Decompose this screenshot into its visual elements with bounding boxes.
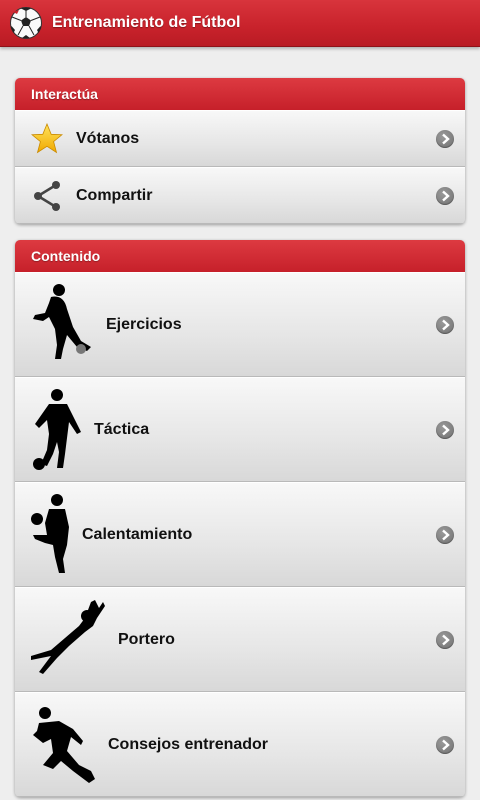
coach-tips-label: Consejos entrenador [108, 735, 269, 753]
tactics-label: Táctica [94, 420, 150, 438]
content-panel: Contenido Ejercicios Táctica Calentamien… [15, 240, 465, 797]
goalkeeper-diving-icon [31, 600, 105, 674]
interact-panel: Interactúa Vótanos Compartir [15, 78, 465, 224]
coach-tips-row[interactable]: Consejos entrenador [15, 692, 465, 797]
soccer-ball-icon [10, 7, 42, 39]
warmup-row[interactable]: Calentamiento [15, 482, 465, 587]
player-running-icon [33, 707, 95, 783]
vote-row[interactable]: Vótanos [15, 110, 465, 167]
player-standing-ball-icon [33, 389, 81, 470]
chevron-right-icon [436, 525, 454, 544]
chevron-right-icon [436, 129, 454, 148]
content-panel-header: Contenido [15, 240, 465, 272]
player-juggling-icon [31, 494, 69, 573]
star-icon [31, 123, 63, 154]
app-title: Entrenamiento de Fútbol [52, 14, 241, 31]
share-row[interactable]: Compartir [15, 167, 465, 224]
exercises-row[interactable]: Ejercicios [15, 272, 465, 377]
tactics-row[interactable]: Táctica [15, 377, 465, 482]
chevron-right-icon [436, 630, 454, 649]
chevron-right-icon [436, 186, 454, 205]
share-label: Compartir [76, 186, 153, 204]
chevron-right-icon [436, 735, 454, 754]
app-bar: Entrenamiento de Fútbol [0, 0, 480, 47]
goalkeeper-row[interactable]: Portero [15, 587, 465, 692]
chevron-right-icon [436, 420, 454, 439]
warmup-label: Calentamiento [82, 525, 193, 543]
chevron-right-icon [436, 315, 454, 334]
player-kicking-icon [33, 284, 91, 359]
vote-label: Vótanos [76, 129, 140, 147]
interact-panel-header: Interactúa [15, 78, 465, 110]
exercises-label: Ejercicios [106, 315, 182, 333]
goalkeeper-label: Portero [118, 630, 175, 648]
share-icon [34, 181, 60, 211]
